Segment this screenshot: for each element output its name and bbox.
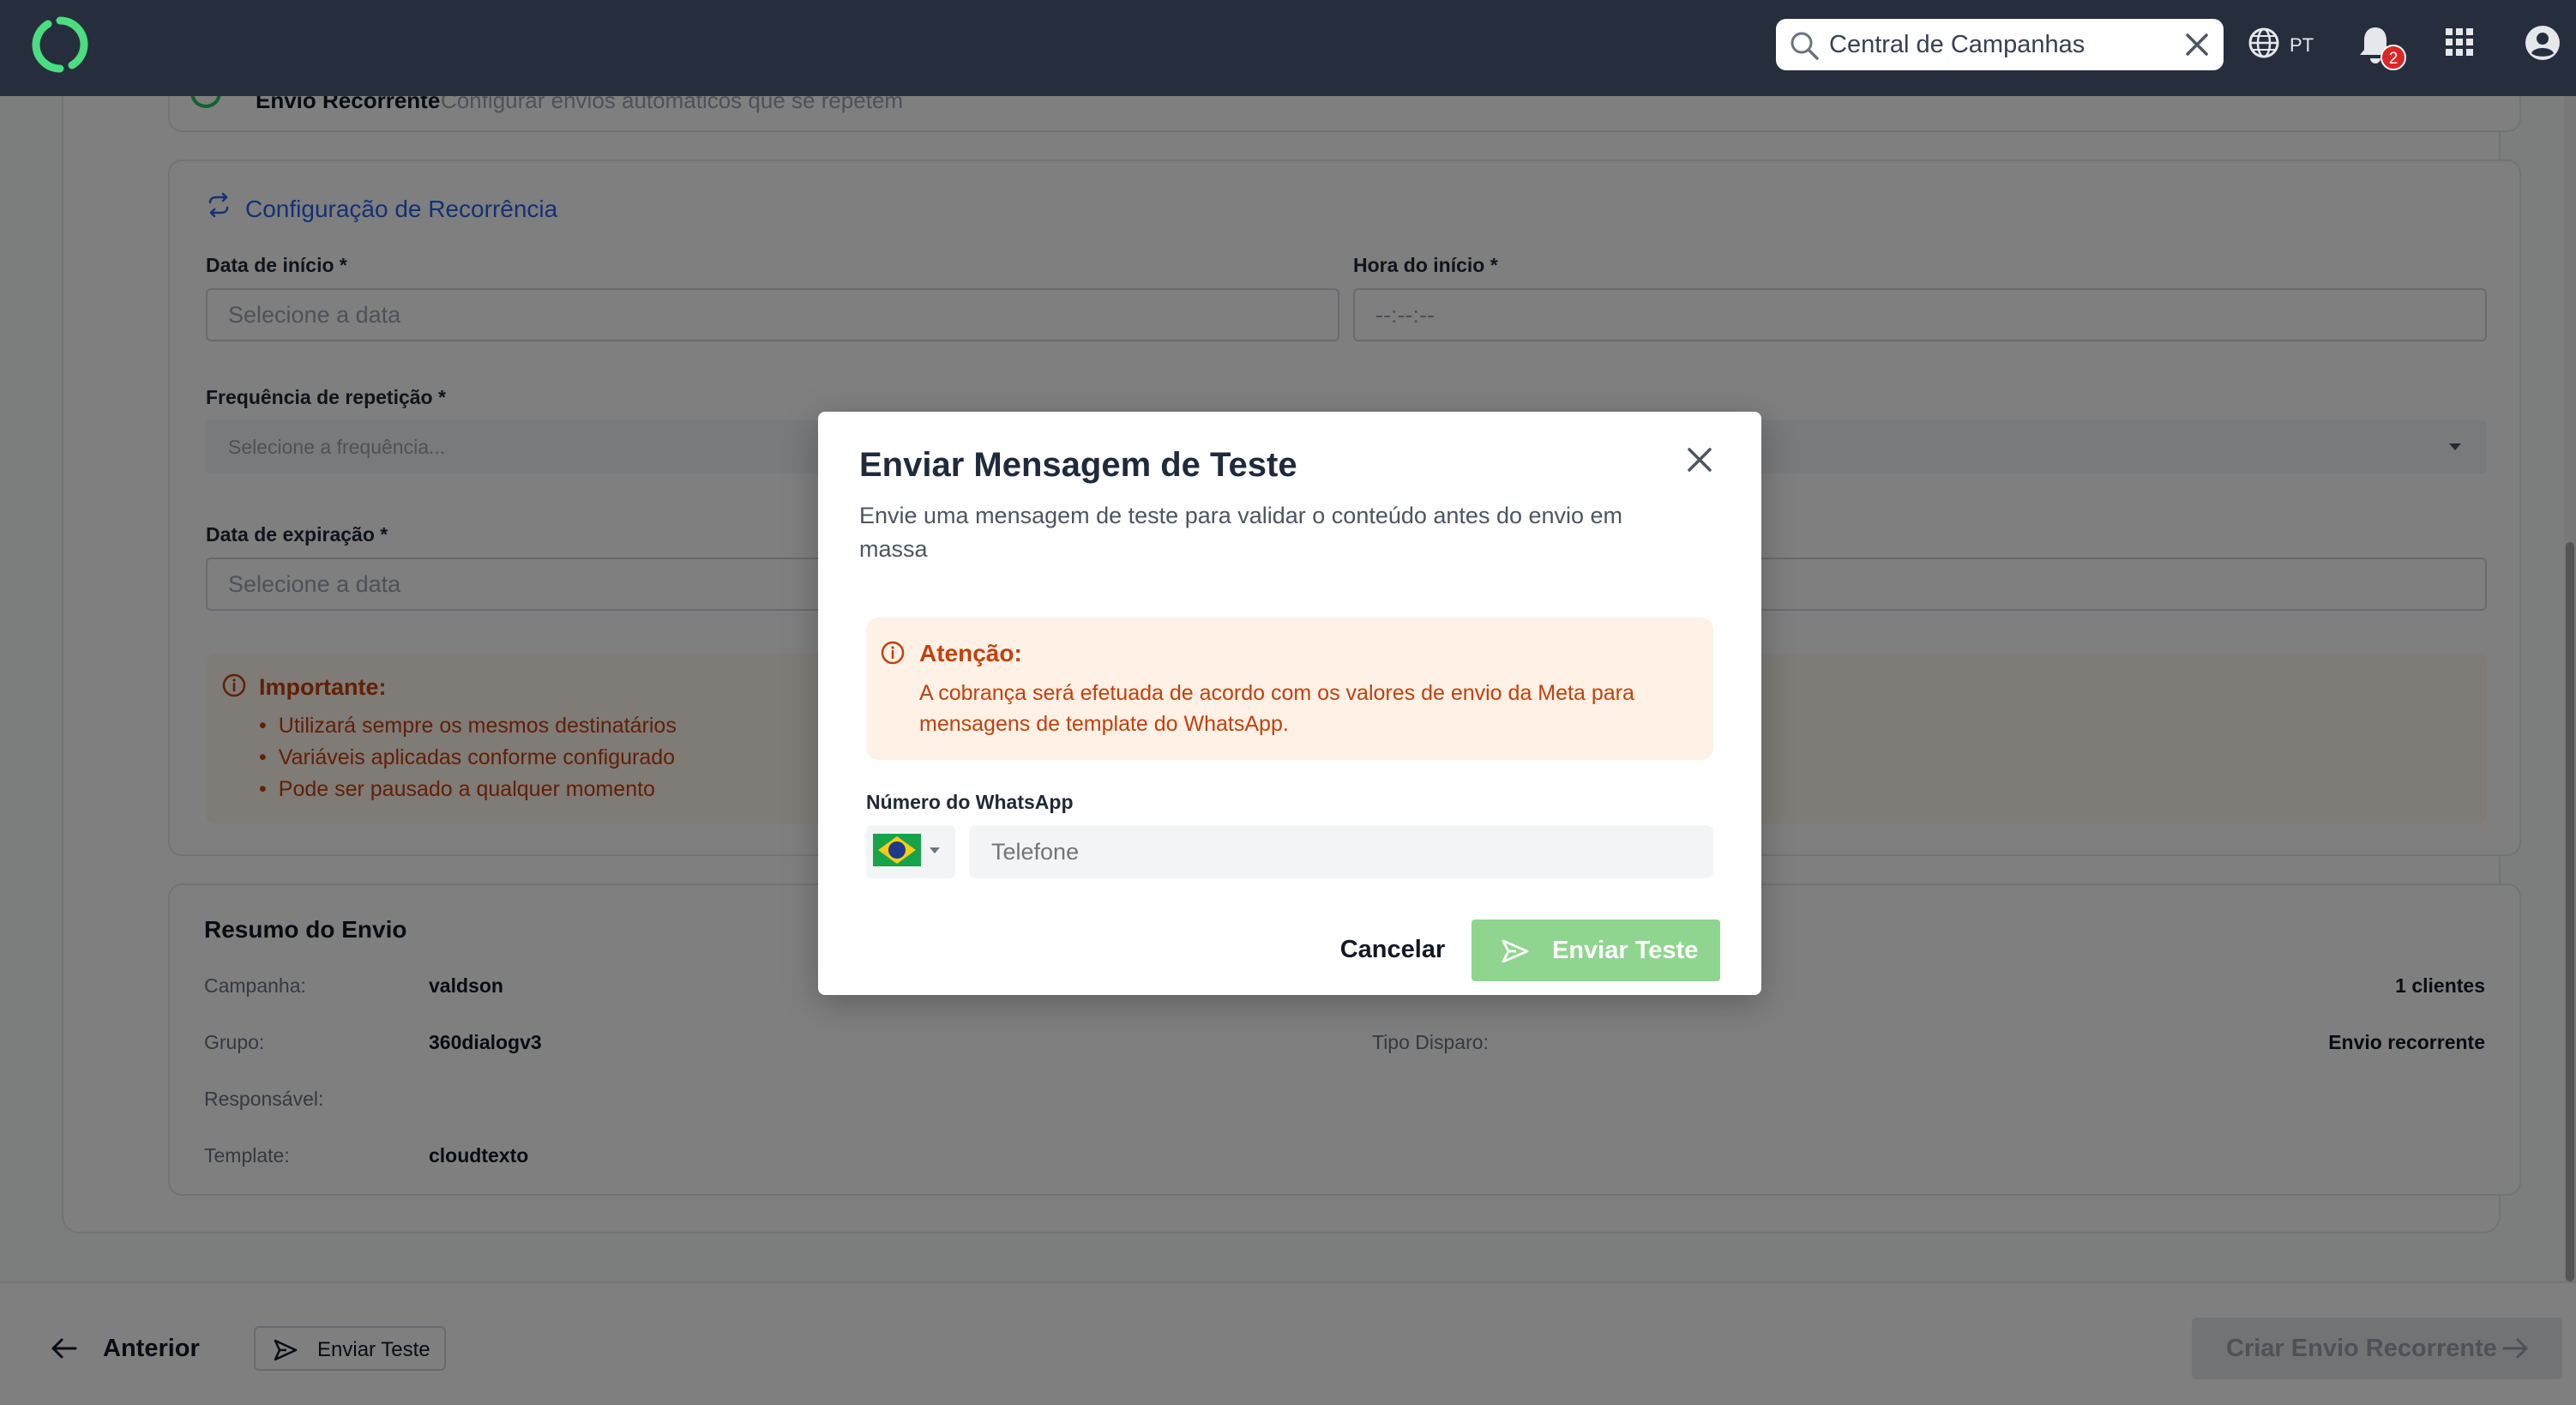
apps-grid-icon[interactable] — [2446, 28, 2473, 56]
whatsapp-number-label: Número do WhatsApp — [866, 791, 1074, 813]
notification-badge: 2 — [2380, 45, 2406, 70]
language-selector[interactable]: PT — [2247, 26, 2315, 63]
send-icon — [1502, 939, 1529, 963]
language-label: PT — [2290, 34, 2314, 56]
send-test-modal: Enviar Mensagem de Teste Envie uma mensa… — [818, 412, 1761, 995]
info-icon — [881, 641, 905, 665]
close-icon[interactable] — [1684, 444, 1715, 475]
chevron-down-icon — [930, 847, 940, 853]
top-navbar: Central de Campanhas PT 2 — [0, 0, 2576, 96]
search-bar[interactable]: Central de Campanhas — [1776, 19, 2224, 70]
user-account-icon[interactable] — [2525, 25, 2561, 61]
flag-globe — [888, 841, 906, 859]
warning-text: A cobrança será efetuada de acordo com o… — [919, 681, 1634, 736]
modal-description: Envie uma mensagem de teste para validar… — [859, 503, 1623, 562]
send-test-submit-label: Enviar Teste — [1552, 937, 1699, 964]
search-input[interactable]: Central de Campanhas — [1829, 31, 2085, 58]
billing-warning: Atenção: A cobrança será efetuada de aco… — [866, 618, 1713, 760]
country-code-selector[interactable] — [866, 825, 955, 878]
send-test-submit-button[interactable]: Enviar Teste — [1472, 920, 1720, 981]
warning-title: Atenção: — [919, 640, 1022, 666]
cancel-button[interactable]: Cancelar — [1315, 920, 1470, 980]
search-icon — [1791, 32, 1819, 60]
app-logo-icon[interactable] — [31, 15, 89, 74]
clear-search-icon[interactable] — [2182, 30, 2212, 59]
modal-title: Enviar Mensagem de Teste — [859, 446, 1297, 484]
globe-icon — [2248, 27, 2279, 58]
phone-input[interactable] — [969, 825, 1713, 878]
